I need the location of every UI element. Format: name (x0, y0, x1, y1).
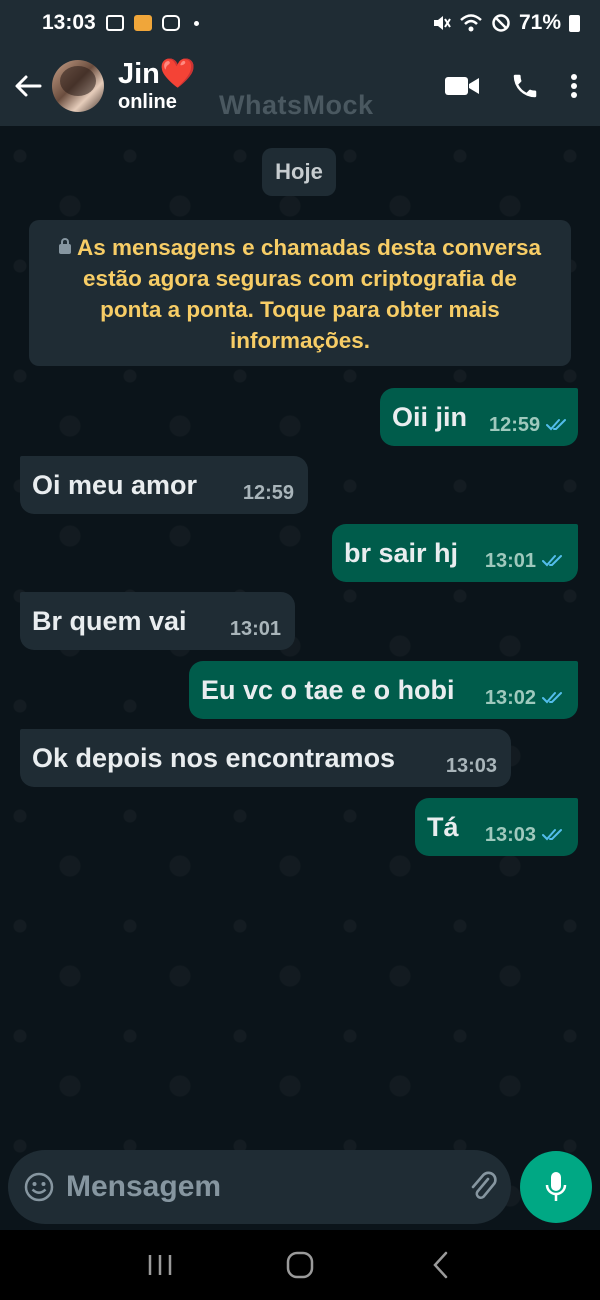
battery-percent: 71% (518, 11, 561, 34)
message-text: Oii jin (392, 401, 468, 432)
gallery-icon (105, 15, 124, 31)
read-ticks-icon (542, 555, 562, 567)
message-time: 13:01 (484, 549, 536, 572)
message-outgoing[interactable]: br sair hj 13:01 (332, 524, 578, 582)
lock-icon (59, 238, 71, 254)
message-text: Oi meu amor (32, 469, 198, 500)
home-button[interactable] (270, 1235, 330, 1295)
arrow-left-icon (15, 75, 42, 97)
read-ticks-icon (546, 419, 567, 431)
recents-icon (148, 1255, 172, 1275)
do-not-disturb-icon (491, 13, 511, 33)
message-text: br sair hj (344, 537, 459, 568)
date-chip: Hoje (262, 148, 336, 196)
recents-button[interactable] (130, 1235, 190, 1295)
instagram-icon (161, 15, 180, 31)
contact-name-text: Jin (118, 58, 160, 90)
home-icon (286, 1251, 314, 1279)
message-composer (8, 1150, 549, 1224)
more-vertical-icon (571, 74, 577, 98)
watermark: WhatsMock (219, 90, 374, 120)
wifi-icon (459, 13, 483, 33)
dot-icon (193, 20, 199, 26)
voice-call-button[interactable] (510, 71, 540, 101)
message-outgoing[interactable]: Oii jin 12:59 (380, 388, 578, 446)
attach-button[interactable] (468, 1170, 498, 1204)
video-camera-icon (445, 77, 479, 95)
message-text: Eu vc o tae e o hobi (201, 674, 455, 705)
message-incoming[interactable]: Ok depois nos encontramos 13:03 (20, 729, 511, 787)
heart-emoji: ❤️ (159, 58, 197, 90)
paperclip-icon (471, 1171, 497, 1200)
message-incoming[interactable]: Oi meu amor 12:59 (20, 456, 308, 514)
app-notification-icon (133, 15, 152, 31)
message-incoming[interactable]: Br quem vai 13:01 (20, 592, 295, 650)
message-text: Br quem vai (32, 605, 187, 636)
encryption-notice[interactable]: As mensagens e chamadas desta conversa e… (29, 220, 571, 366)
voice-record-button[interactable] (520, 1151, 592, 1223)
message-text: Ok depois nos encontramos (32, 742, 396, 773)
status-time: 13:03 (42, 11, 96, 34)
back-button[interactable] (6, 56, 50, 116)
contact-status: online (118, 91, 177, 113)
encryption-notice-text: As mensagens e chamadas desta conversa e… (77, 235, 541, 353)
chat-area[interactable]: Hoje As mensagens e chamadas desta conve… (0, 126, 600, 1230)
message-text: Tá (427, 811, 459, 842)
message-time: 13:03 (445, 754, 497, 777)
read-ticks-icon (542, 829, 562, 841)
read-ticks-icon (542, 692, 562, 704)
avatar[interactable] (52, 60, 104, 112)
message-time: 12:59 (489, 413, 541, 436)
more-options-button[interactable] (570, 73, 578, 99)
microphone-icon (545, 1172, 567, 1201)
emoji-icon (24, 1172, 54, 1202)
message-outgoing[interactable]: Tá 13:03 (415, 798, 578, 856)
video-call-button[interactable] (444, 74, 480, 98)
message-time: 13:03 (484, 823, 536, 846)
contact-name: Jin❤️ (118, 58, 196, 90)
battery-icon (569, 14, 580, 32)
mute-icon (431, 13, 451, 33)
phone-icon (513, 74, 537, 98)
message-time: 13:02 (484, 686, 536, 709)
message-time: 12:59 (242, 481, 294, 504)
chat-header: Jin❤️ online WhatsMock (0, 46, 600, 126)
system-nav-bar (0, 1230, 600, 1300)
message-outgoing[interactable]: Eu vc o tae e o hobi 13:02 (189, 661, 578, 719)
contact-info[interactable]: Jin❤️ online (118, 58, 196, 114)
message-input[interactable] (66, 1170, 468, 1204)
emoji-button[interactable] (24, 1172, 54, 1202)
status-bar: 13:03 71% (0, 0, 600, 46)
back-nav-button[interactable] (410, 1235, 470, 1295)
message-time: 13:01 (229, 617, 281, 640)
chevron-left-icon (433, 1251, 448, 1279)
